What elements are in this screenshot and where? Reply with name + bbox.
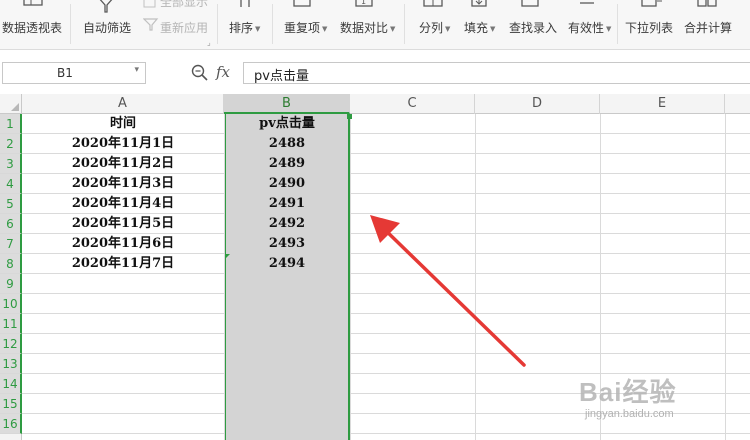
fill-icon[interactable] — [470, 0, 490, 13]
gridline — [350, 114, 351, 440]
column-headers: A B C D E — [0, 94, 750, 114]
cell-b8[interactable]: 2494 — [226, 254, 348, 274]
validation-icon[interactable] — [578, 0, 598, 13]
zoom-icon[interactable] — [191, 64, 209, 86]
cell-a7[interactable]: 2020年11月6日 — [22, 234, 224, 254]
cell-b2[interactable]: 2488 — [226, 134, 348, 154]
cell-a5[interactable]: 2020年11月4日 — [22, 194, 224, 214]
cell-reference: B1 — [57, 66, 73, 80]
duplicates-button[interactable]: 重复项 ▼ — [284, 19, 327, 36]
data-compare-icon[interactable]: 1 — [354, 0, 376, 13]
row-header-11[interactable]: 11 — [0, 314, 22, 334]
cell-a3[interactable]: 2020年11月2日 — [22, 154, 224, 174]
cell-b6[interactable]: 2492 — [226, 214, 348, 234]
cell-b3[interactable]: 2489 — [226, 154, 348, 174]
pivot-table-icon[interactable] — [22, 0, 44, 12]
ribbon-divider — [217, 4, 218, 44]
auto-filter-button[interactable]: 自动筛选 — [83, 19, 131, 36]
select-all-corner[interactable] — [0, 94, 22, 114]
chevron-down-icon: ▼ — [255, 24, 261, 33]
cell-a1[interactable]: 时间 — [22, 114, 224, 134]
row-header-5[interactable]: 5 — [0, 194, 22, 214]
row-header-7[interactable]: 7 — [0, 234, 22, 254]
column-header-a[interactable]: A — [22, 94, 224, 114]
ribbon-divider — [617, 4, 618, 44]
reapply-button[interactable]: 重新应用 — [160, 19, 208, 36]
row-header-2[interactable]: 2 — [0, 134, 22, 154]
ribbon-divider — [70, 4, 71, 44]
chevron-down-icon: ▼ — [445, 24, 451, 33]
name-box[interactable]: B1 ▾ — [2, 62, 146, 84]
consolidate-icon[interactable] — [696, 0, 718, 13]
chevron-down-icon: ▼ — [322, 24, 328, 33]
formula-bar: B1 ▾ fx pv点击量 — [0, 50, 750, 94]
dialog-launcher-icon[interactable]: ⌟ — [207, 38, 211, 47]
chevron-down-icon: ▼ — [606, 24, 612, 33]
row-header-4[interactable]: 4 — [0, 174, 22, 194]
filter-icon[interactable] — [96, 0, 116, 18]
row-header-1[interactable]: 1 — [0, 114, 22, 134]
row-header-9[interactable]: 9 — [0, 274, 22, 294]
formula-input[interactable]: pv点击量 — [243, 62, 750, 84]
row-header-10[interactable]: 10 — [0, 294, 22, 314]
pivot-table-button[interactable]: 数据透视表 — [2, 19, 62, 36]
gridline — [224, 114, 225, 440]
row-headers: 1 2 3 4 5 6 7 8 9 10 11 12 13 14 15 16 — [0, 114, 22, 440]
row-header-15[interactable]: 15 — [0, 394, 22, 414]
row-header-12[interactable]: 12 — [0, 334, 22, 354]
sort-button[interactable]: 排序 ▼ — [229, 19, 260, 36]
row-header-16[interactable]: 16 — [0, 414, 22, 434]
ribbon-divider — [404, 4, 405, 44]
corner-triangle-icon — [11, 103, 19, 111]
validation-button[interactable]: 有效性 ▼ — [568, 19, 611, 36]
row-header-3[interactable]: 3 — [0, 154, 22, 174]
cell-b5[interactable]: 2491 — [226, 194, 348, 214]
row-header-13[interactable]: 13 — [0, 354, 22, 374]
cell-a4[interactable]: 2020年11月3日 — [22, 174, 224, 194]
split-columns-button[interactable]: 分列 ▼ — [419, 19, 450, 36]
cell-a2[interactable]: 2020年11月1日 — [22, 134, 224, 154]
watermark-brand: Bai经验 — [579, 377, 677, 407]
insert-function-button[interactable]: fx — [216, 63, 230, 81]
split-columns-icon[interactable] — [422, 0, 444, 13]
cell-a8[interactable]: 2020年11月7日 — [22, 254, 224, 274]
cell-a6[interactable]: 2020年11月5日 — [22, 214, 224, 234]
row-header-6[interactable]: 6 — [0, 214, 22, 234]
cell-b7[interactable]: 2493 — [226, 234, 348, 254]
svg-text:1: 1 — [361, 0, 366, 6]
row-header-8[interactable]: 8 — [0, 254, 22, 274]
ribbon-divider — [272, 4, 273, 44]
find-entry-icon[interactable] — [520, 0, 542, 13]
watermark: Bai经验 jingyan.baidu.com — [575, 372, 745, 432]
chevron-down-icon[interactable]: ▾ — [134, 65, 139, 75]
column-header-e[interactable]: E — [600, 94, 725, 114]
show-all-icon[interactable] — [143, 0, 157, 13]
column-header-c[interactable]: C — [350, 94, 475, 114]
find-entry-button[interactable]: 查找录入 — [509, 19, 557, 36]
cell-b4[interactable]: 2490 — [226, 174, 348, 194]
cell-b1[interactable]: pv点击量 — [226, 114, 348, 134]
reapply-filter-icon[interactable] — [142, 17, 159, 36]
chevron-down-icon: ▼ — [390, 24, 396, 33]
row-header-14[interactable]: 14 — [0, 374, 22, 394]
dropdown-list-icon[interactable] — [640, 0, 662, 13]
annotation-arrow — [370, 215, 526, 367]
column-header-d[interactable]: D — [475, 94, 600, 114]
chevron-down-icon: ▼ — [490, 24, 496, 33]
consolidate-button[interactable]: 合并计算 — [684, 19, 732, 36]
data-compare-button[interactable]: 数据对比 ▼ — [340, 19, 395, 36]
ribbon-toolbar: 数据透视表 自动筛选 全部显示 重新应用 ⌟ 排序 ▼ 重复项 ▼ 1 数据对比 ▼ … — [0, 0, 750, 50]
column-header-b[interactable]: B — [224, 94, 350, 114]
duplicates-icon[interactable] — [292, 0, 314, 13]
dropdown-list-button[interactable]: 下拉列表 — [625, 19, 673, 36]
sort-icon[interactable] — [236, 0, 256, 13]
fill-button[interactable]: 填充 ▼ — [464, 19, 495, 36]
arrow-shaft — [378, 223, 526, 367]
watermark-url: jingyan.baidu.com — [585, 408, 674, 420]
show-all-button[interactable]: 全部显示 — [160, 0, 208, 10]
